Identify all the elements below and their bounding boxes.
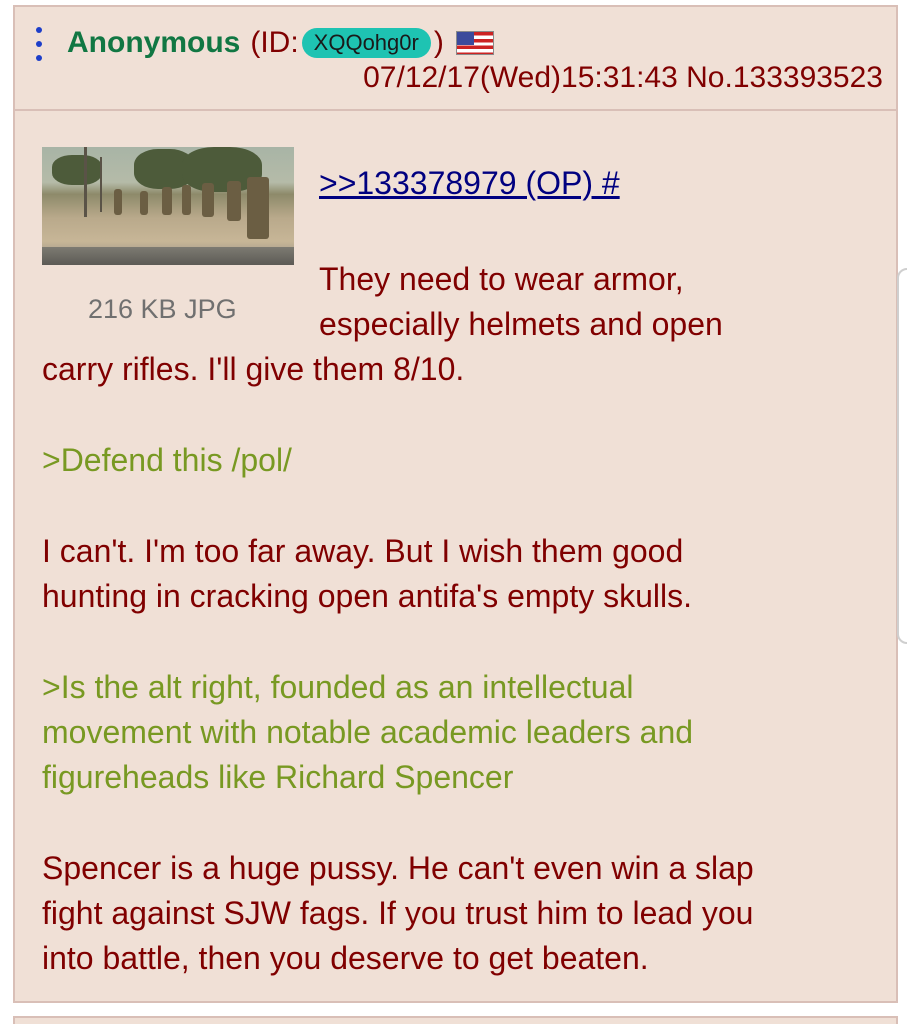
page-scroll-handle[interactable] [897,268,907,644]
greentext-line: >Is the alt right, founded as an intelle… [42,669,634,705]
us-flag-icon [455,31,494,55]
post-container: Anonymous (ID: XQQohg0r ) 07/12/17(Wed)1… [13,5,898,1003]
poster-id-suffix: ) [433,26,444,59]
post-header: Anonymous (ID: XQQohg0r ) 07/12/17(Wed)1… [15,7,896,111]
post-date-line: 07/12/17(Wed)15:31:43 No.133393523 [363,61,883,95]
post-date: 07/12/17(Wed)15:31:43 [363,61,678,94]
message-line: hunting in cracking open antifa's empty … [42,578,693,614]
message-line: carry rifles. I'll give them 8/10. [42,351,465,387]
post-menu-icon[interactable] [34,27,44,61]
message-line: I can't. I'm too far away. But I wish th… [42,533,684,569]
op-quote-link[interactable]: >>133378979 (OP) # [319,165,620,202]
message-line: They need to wear armor, [319,261,684,297]
post-image-thumbnail[interactable] [42,147,294,265]
next-post-edge [13,1016,898,1024]
poster-id-prefix: (ID: [250,26,299,59]
poster-id-group: (ID: XQQohg0r ) [250,26,444,60]
greentext-line: figureheads like Richard Spencer [42,759,514,795]
post-name-line: Anonymous (ID: XQQohg0r ) [67,21,494,65]
greentext-line: movement with notable academic leaders a… [42,714,694,750]
greentext-line: >Defend this /pol/ [42,442,292,478]
message-line: into battle, then you deserve to get bea… [42,940,649,976]
message-line: especially helmets and open [319,306,723,342]
message-line: fight against SJW fags. If you trust him… [42,895,754,931]
post-number[interactable]: No.133393523 [686,61,883,94]
poster-id-badge[interactable]: XQQohg0r [301,28,431,58]
poster-name: Anonymous [67,26,241,59]
file-info: 216 KB JPG [88,294,237,324]
message-line: Spencer is a huge pussy. He can't even w… [42,850,754,886]
